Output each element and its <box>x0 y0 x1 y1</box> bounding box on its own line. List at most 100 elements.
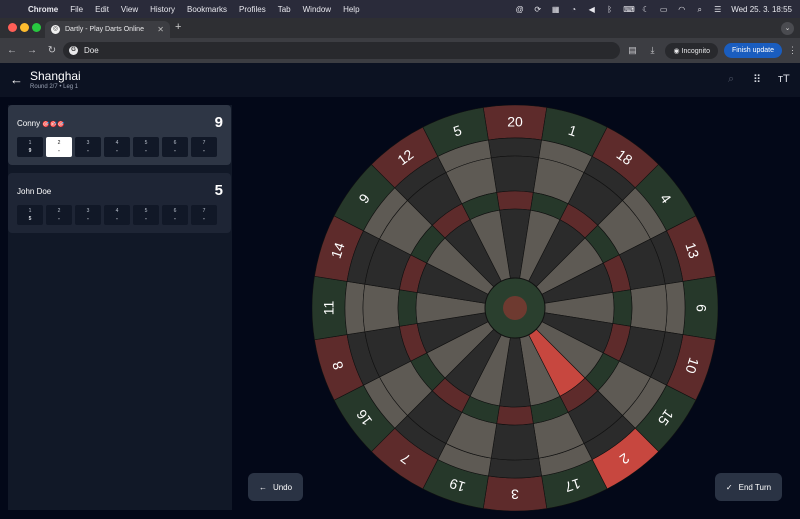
keypad-icon[interactable]: ⠿ <box>753 73 761 86</box>
menu-tab[interactable]: Tab <box>272 5 297 14</box>
menu-window[interactable]: Window <box>297 5 337 14</box>
minimize-window-button[interactable] <box>20 23 29 32</box>
round-scores: 19 2- 3- 4- 5- 6- 7- <box>17 137 217 157</box>
round-box: 6- <box>162 137 188 157</box>
double-sector-20[interactable] <box>488 137 542 159</box>
app-bar: ← Shanghai Round 2/7 • Leg 1 ⌕ ⠿ ᴛT <box>0 63 800 97</box>
dartly-favicon-icon: ◎ <box>51 25 60 34</box>
arrow-left-icon: ← <box>258 482 267 492</box>
tab-search-chevron-icon[interactable]: ⌄ <box>781 22 794 35</box>
round-box: 3- <box>75 137 101 157</box>
search-icon[interactable]: ⌕ <box>728 73 734 86</box>
new-tab-icon[interactable]: + <box>175 21 181 33</box>
browser-toolbar: ← → ↻ G Doe ▤ ⤓ ◉ Incognito Finish updat… <box>0 38 800 63</box>
address-text[interactable]: Doe <box>84 46 99 55</box>
menu-history[interactable]: History <box>144 5 181 14</box>
player-name: John Doe <box>17 187 52 196</box>
player-name: Conny 🎯🎯🎯 <box>17 119 65 128</box>
players-panel: Conny 🎯🎯🎯 9 19 2- 3- 4- 5- 6- 7- John Do… <box>8 105 232 510</box>
double-sector-3[interactable] <box>488 457 542 479</box>
treble-sector-11[interactable] <box>397 289 418 327</box>
status-icons: @ ⟳ ▦ ◔ ◀ ᛒ ⌨ ☾ ▭ ◠ ⌕ ☰ Wed 25. 3. 18:55 <box>515 0 792 18</box>
zoom-window-button[interactable] <box>32 23 41 32</box>
menu-app-name[interactable]: Chrome <box>22 5 64 14</box>
volume-icon[interactable]: ◀ <box>587 5 596 14</box>
double-sector-6[interactable] <box>664 281 686 335</box>
dartly-app: ← Shanghai Round 2/7 • Leg 1 ⌕ ⠿ ᴛT Conn… <box>0 63 800 519</box>
undo-label: Undo <box>272 482 293 492</box>
google-icon: G <box>69 46 78 55</box>
round-box: 6- <box>162 205 188 225</box>
more-menu-icon[interactable]: ⋮ <box>788 45 797 56</box>
sync-icon[interactable]: ⟳ <box>533 5 542 14</box>
close-window-button[interactable] <box>8 23 17 32</box>
treble-sector-3[interactable] <box>496 405 534 426</box>
sector-number-label: 3 <box>511 487 519 503</box>
end-turn-button[interactable]: ✓ End Turn <box>715 473 782 501</box>
incognito-badge[interactable]: ◉ Incognito <box>665 42 718 59</box>
incognito-label: Incognito <box>681 47 710 55</box>
back-arrow-icon[interactable]: ← <box>10 72 23 87</box>
tab-title: Dartly - Play Darts Online <box>65 26 144 33</box>
browser-tab-strip: ◎ Dartly - Play Darts Online ✕ + ⌄ <box>0 18 800 38</box>
download-icon[interactable]: ⤓ <box>645 45 659 56</box>
macos-menu-bar: Chrome File Edit View History Bookmarks … <box>0 0 800 18</box>
back-icon[interactable]: ← <box>2 45 22 56</box>
browser-tab[interactable]: ◎ Dartly - Play Darts Online ✕ <box>45 21 170 38</box>
undo-button[interactable]: ← Undo <box>248 473 303 501</box>
bluetooth-icon[interactable]: ᛒ <box>605 5 614 14</box>
sector-number-label: 11 <box>321 301 337 316</box>
menu-profiles[interactable]: Profiles <box>233 5 272 14</box>
forward-icon[interactable]: → <box>22 45 42 56</box>
address-bar[interactable]: G Doe <box>63 42 620 59</box>
dartboard[interactable]: 2011841361015217319716811149125 <box>312 105 718 511</box>
end-turn-label: End Turn <box>738 482 772 492</box>
treble-sector-20[interactable] <box>496 190 534 211</box>
player-score: 5 <box>214 182 223 199</box>
moon-icon[interactable]: ☾ <box>641 5 650 14</box>
control-center-icon[interactable]: ☰ <box>713 5 722 14</box>
round-box: 4- <box>104 137 130 157</box>
round-scores: 15 2- 3- 4- 5- 6- 7- <box>17 205 217 225</box>
menu-bookmarks[interactable]: Bookmarks <box>181 5 233 14</box>
round-box: 7- <box>191 205 217 225</box>
round-box: 7- <box>191 137 217 157</box>
menu-help[interactable]: Help <box>337 5 365 14</box>
battery-icon[interactable]: ▭ <box>659 5 668 14</box>
keyboard-icon[interactable]: ⌨ <box>623 5 635 14</box>
player-card-conny[interactable]: Conny 🎯🎯🎯 9 19 2- 3- 4- 5- 6- 7- <box>8 105 231 165</box>
clock[interactable]: Wed 25. 3. 18:55 <box>731 5 792 14</box>
reading-mode-icon[interactable]: ▤ <box>625 45 639 56</box>
sector-number-label: 20 <box>507 114 523 130</box>
bullseye[interactable] <box>503 296 527 320</box>
reload-icon[interactable]: ↻ <box>42 45 62 56</box>
menu-file[interactable]: File <box>64 5 89 14</box>
round-box: 2- <box>46 205 72 225</box>
double-sector-11[interactable] <box>344 281 366 335</box>
pie-icon[interactable]: ◔ <box>569 5 578 14</box>
outer-single-sector-11[interactable] <box>362 283 400 333</box>
menu-edit[interactable]: Edit <box>89 5 115 14</box>
close-tab-icon[interactable]: ✕ <box>157 25 164 34</box>
outer-single-sector-20[interactable] <box>490 155 540 193</box>
check-icon: ✓ <box>725 482 733 492</box>
game-title: Shanghai <box>30 69 81 83</box>
incognito-icon: ◉ <box>673 47 682 55</box>
grid-icon[interactable]: ▦ <box>551 5 560 14</box>
wifi-icon[interactable]: ◠ <box>677 5 686 14</box>
at-icon[interactable]: @ <box>515 5 524 14</box>
menu-view[interactable]: View <box>115 5 144 14</box>
player-score: 9 <box>214 114 223 131</box>
game-subtitle: Round 2/7 • Leg 1 <box>30 84 79 90</box>
toolbar-actions: ▤ ⤓ ◉ Incognito Finish update ⋮ <box>625 41 797 60</box>
outer-single-sector-6[interactable] <box>630 283 668 333</box>
outer-single-sector-3[interactable] <box>490 423 540 461</box>
treble-sector-6[interactable] <box>612 289 633 327</box>
round-box: 4- <box>104 205 130 225</box>
finish-update-button[interactable]: Finish update <box>723 43 782 58</box>
round-box: 3- <box>75 205 101 225</box>
search-icon[interactable]: ⌕ <box>695 5 704 14</box>
round-box: 5- <box>133 137 159 157</box>
text-size-icon[interactable]: ᴛT <box>778 73 790 85</box>
player-card-john-doe[interactable]: John Doe 5 15 2- 3- 4- 5- 6- 7- <box>8 173 231 233</box>
